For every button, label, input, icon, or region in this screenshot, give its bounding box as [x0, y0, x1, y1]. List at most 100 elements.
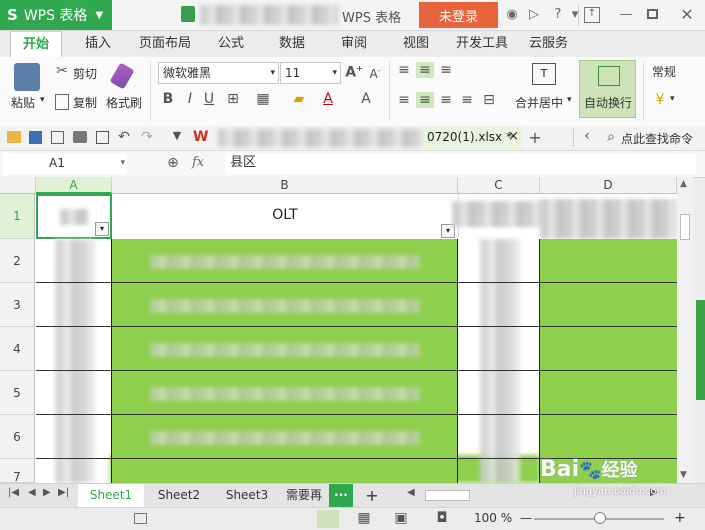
zoom-slider-handle[interactable] [594, 512, 606, 524]
command-search[interactable]: 点此查找命令 [621, 130, 693, 147]
column-header-a[interactable]: A [36, 177, 112, 194]
more-sheets-button[interactable]: ··· [329, 484, 353, 507]
wrap-text-button[interactable]: 自动换行 [579, 60, 636, 118]
tab-cloud[interactable]: 云服务 [529, 31, 568, 57]
column-header-b[interactable]: B [112, 177, 458, 194]
name-box[interactable]: A1 ▾ [3, 153, 127, 175]
tab-data[interactable]: 数据 [279, 31, 305, 57]
scissors-icon[interactable]: ✂ [54, 63, 70, 79]
search-icon[interactable]: ⌕ [604, 129, 618, 145]
insert-function-button[interactable]: fx [192, 155, 204, 170]
undo-icon[interactable]: ↶ [117, 129, 131, 145]
normal-view-icon[interactable] [317, 510, 339, 528]
next-sheet-icon[interactable]: ▶ [43, 487, 51, 498]
print-icon[interactable] [73, 131, 87, 143]
customize-dropdown-icon[interactable]: ▼ [170, 129, 184, 142]
scroll-left-icon[interactable]: ◀ [407, 487, 415, 498]
column-header-c[interactable]: C [458, 177, 540, 194]
sheet-tab-4[interactable]: 需要再 [280, 484, 328, 507]
align-bottom-icon[interactable]: ≡ [438, 62, 454, 78]
maximize-icon[interactable] [647, 9, 658, 19]
italic-button[interactable]: I [182, 91, 198, 107]
tab-home[interactable]: 开始 [10, 31, 62, 57]
select-all-corner[interactable] [0, 177, 36, 194]
align-middle-icon[interactable]: ≡ [416, 62, 434, 78]
copy-icon[interactable] [55, 94, 69, 110]
underline-button[interactable]: U [201, 91, 217, 107]
chevron-down-icon[interactable]: ▾ [567, 95, 572, 105]
font-name-select[interactable]: 微软雅黑 ▾ [158, 62, 279, 84]
sheet-tab-sheet2[interactable]: Sheet2 [146, 484, 212, 507]
zoom-search-icon[interactable]: ⊕ [165, 155, 181, 171]
decrease-font-icon[interactable]: A- [367, 66, 383, 81]
first-sheet-icon[interactable]: |◀ [8, 487, 19, 498]
paste-icon[interactable] [14, 63, 40, 91]
format-painter-button[interactable]: 格式刷 [106, 94, 142, 111]
justify-icon[interactable]: ≡ [459, 92, 475, 108]
scroll-down-icon[interactable]: ▼ [680, 470, 687, 480]
login-button[interactable]: 未登录 [419, 2, 498, 28]
row-header-7[interactable]: 7 [0, 459, 35, 483]
font-color-icon[interactable]: A [320, 91, 336, 107]
cell-a1-selected[interactable]: ▾ [36, 194, 112, 239]
paste-dropdown-icon[interactable]: ▾ [40, 95, 45, 105]
tab-developer[interactable]: 开发工具 [456, 31, 508, 57]
chevron-down-icon[interactable]: ▾ [670, 94, 675, 104]
bold-button[interactable]: B [160, 91, 176, 107]
prev-sheet-icon[interactable]: ◀ [28, 487, 36, 498]
cell-border-icon[interactable]: ▦ [255, 91, 271, 107]
horizontal-scrollbar-thumb[interactable] [425, 490, 470, 501]
page-break-view-icon[interactable]: ▦ [356, 510, 372, 526]
vertical-scrollbar[interactable]: ▲ ▼ [677, 177, 693, 483]
tab-review[interactable]: 审阅 [341, 31, 367, 57]
zoom-level[interactable]: 100 % [474, 511, 512, 525]
export-pdf-icon[interactable] [51, 131, 64, 144]
macro-record-icon[interactable] [134, 513, 147, 524]
align-center-icon[interactable]: ≡ [416, 92, 434, 108]
tab-view[interactable]: 视图 [403, 31, 429, 57]
folder-icon[interactable] [7, 131, 21, 143]
redo-icon[interactable]: ↷ [140, 129, 154, 145]
tab-page-layout[interactable]: 页面布局 [139, 31, 191, 57]
scroll-up-icon[interactable]: ▲ [680, 179, 687, 189]
row-header-2[interactable]: 2 [0, 239, 35, 283]
side-panel-handle[interactable] [696, 300, 705, 400]
number-format-select[interactable]: 常规 [648, 62, 705, 84]
close-icon[interactable]: ✕ [678, 6, 696, 24]
distribute-icon[interactable]: ⊟ [481, 92, 497, 108]
print-preview-icon[interactable] [96, 131, 109, 144]
row-header-3[interactable]: 3 [0, 283, 35, 327]
tab-formulas[interactable]: 公式 [218, 31, 244, 57]
help-dropdown-icon[interactable]: ▾ [566, 6, 584, 24]
add-tab-button[interactable]: + [528, 128, 542, 147]
merge-center-icon[interactable]: T [532, 63, 556, 85]
zoom-out-button[interactable]: — [520, 511, 532, 525]
fill-color-icon[interactable]: ▰ [291, 91, 307, 107]
box-icon[interactable]: ↑ [584, 7, 600, 23]
app-menu-button[interactable]: S WPS 表格 ▼ [0, 0, 112, 30]
scrollbar-thumb[interactable] [680, 214, 690, 240]
currency-icon[interactable]: ¥ [652, 92, 668, 108]
cell-b1[interactable]: OLT ▾ [112, 194, 459, 239]
save-icon[interactable] [29, 131, 42, 144]
add-sheet-button[interactable]: + [362, 484, 382, 507]
feedback-icon[interactable]: ▷ [525, 6, 543, 24]
row-header-6[interactable]: 6 [0, 415, 35, 459]
merge-center-button[interactable]: 合并居中 [515, 94, 563, 111]
clear-format-icon[interactable]: A [358, 91, 374, 107]
help-icon[interactable]: ? [549, 6, 567, 24]
row-header-5[interactable]: 5 [0, 371, 35, 415]
sheet-tab-sheet3[interactable]: Sheet3 [214, 484, 280, 507]
skin-icon[interactable]: ◉ [503, 6, 521, 24]
align-right-icon[interactable]: ≡ [438, 92, 454, 108]
file-tab[interactable]: 0720(1).xlsx * × [424, 126, 522, 150]
last-sheet-icon[interactable]: ▶| [58, 487, 69, 498]
tab-insert[interactable]: 插入 [85, 31, 111, 57]
wps-home-icon[interactable]: W [193, 130, 210, 145]
formula-input[interactable]: 县区 [226, 153, 696, 175]
eye-protection-icon[interactable]: ◘ [434, 510, 450, 526]
filter-dropdown-icon[interactable]: ▾ [95, 222, 109, 236]
font-size-select[interactable]: 11 ▾ [280, 62, 341, 84]
sheet-tab-sheet1[interactable]: Sheet1 [78, 484, 144, 509]
copy-button[interactable]: 复制 [73, 94, 97, 111]
